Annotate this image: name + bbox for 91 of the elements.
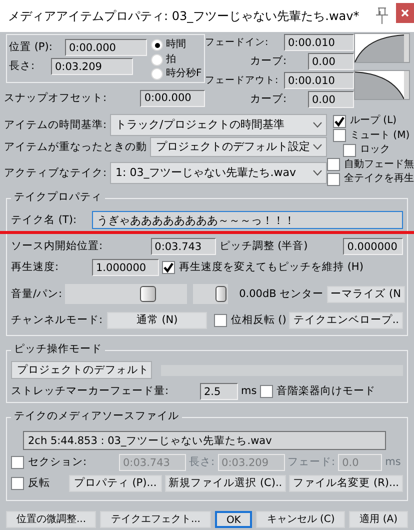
field-label: フェードイン: [205, 36, 270, 48]
field-label: カーブ: [250, 55, 288, 68]
unit-label: ms [241, 385, 257, 398]
dropdown[interactable]: プロジェクトのデフォルト設定 [150, 137, 327, 157]
caret-icon [313, 144, 322, 150]
field-label: 音量/パン: [11, 288, 62, 300]
window-title: メディアアイテムプロパティ: 03_フツーじゃない先輩たち.wav* [8, 8, 360, 24]
checkbox[interactable] [214, 314, 227, 327]
field-label: テイク名 (T): [11, 214, 78, 226]
checkbox[interactable] [11, 477, 24, 490]
field-label: 再生速度: [11, 261, 60, 274]
channel-mode-button[interactable]: 通常 (N) [107, 312, 207, 329]
radio-button[interactable] [151, 39, 163, 52]
input-field[interactable]: 0:00.010 [284, 34, 354, 51]
checkbox-label[interactable]: ミュート (M) [350, 130, 410, 142]
checkbox[interactable] [343, 144, 356, 157]
button[interactable]: プロパティ (P)... [69, 475, 162, 492]
button[interactable]: ファイル名変更 (R)... [289, 475, 403, 492]
pan-slider[interactable] [193, 284, 228, 304]
close-button[interactable] [396, 3, 414, 23]
caret-icon [313, 170, 322, 176]
field-label: アクティブなテイク: [4, 166, 107, 180]
checkbox-label[interactable]: 音階楽器向けモード [276, 385, 376, 398]
checkbox[interactable] [162, 261, 175, 274]
button[interactable]: 適用 (A) [349, 511, 408, 528]
checkbox[interactable] [333, 129, 346, 142]
field-label: フェード: [288, 456, 336, 469]
input-field[interactable]: 0:03.743 [150, 238, 216, 255]
input-field[interactable]: 2ch 5:44.853 : 03_フツーじゃない先輩たち.wav [23, 431, 386, 450]
field-label: 位置 (P): [9, 41, 54, 54]
normalize-button[interactable]: ーマライズ (N [326, 286, 405, 302]
close-icon [401, 9, 409, 17]
input-field[interactable]: 0:00.000 [140, 90, 205, 106]
checkbox-label[interactable]: 位相反転 () [230, 314, 286, 327]
checkbox-label[interactable]: 再生速度を変えてもピッチを維持 (H) [179, 261, 364, 274]
button[interactable]: テイクエフェクト... [100, 511, 211, 528]
field-label: アイテムが重なったときの動 [4, 140, 147, 154]
field-label: ストレッチマーカーフェード量: [11, 385, 170, 398]
checkbox-label[interactable]: 自動フェード無 [344, 158, 414, 171]
dropdown[interactable]: プロジェクトのデフォルト [11, 361, 152, 379]
pin-icon [374, 7, 390, 25]
take-envelope-button[interactable]: テイクエンベロープ.. [289, 312, 403, 329]
radio-label[interactable]: 時間 [166, 39, 186, 52]
caret-icon [313, 122, 322, 128]
checkbox-label[interactable]: 全テイクを再生 [344, 173, 414, 186]
field-label: 長さ: [9, 60, 36, 73]
field-label: ピッチ調整 (半音) [219, 240, 309, 253]
fade-curve-drawing [354, 70, 410, 100]
field-label: カーブ: [250, 93, 288, 106]
checkbox-label[interactable]: ロック [360, 144, 390, 156]
field-label: 長さ: [189, 456, 215, 469]
group-title: テイクプロパティ [11, 191, 105, 204]
checkbox[interactable] [260, 385, 273, 398]
button[interactable]: 位置の微調整... [6, 511, 96, 528]
volume-pan-readout: 0.00dB センター [239, 288, 324, 300]
checkbox-label[interactable]: ループ (L) [350, 115, 397, 128]
slider-thumb[interactable] [216, 286, 227, 302]
input-field[interactable]: 0.00 [308, 91, 354, 108]
checkbox[interactable] [333, 114, 346, 128]
button[interactable]: OK [214, 511, 252, 528]
button[interactable]: 新規ファイル選択 (C).. [164, 475, 286, 492]
group-title: ピッチ操作モード [11, 343, 105, 356]
unit-label: ms [385, 456, 401, 469]
input-field[interactable]: 2.5 [200, 383, 238, 400]
checkbox[interactable] [327, 158, 340, 172]
field-label: フェードアウト: [205, 74, 280, 86]
field-label: チャンネルモード: [11, 314, 104, 327]
radio-button[interactable] [151, 68, 163, 80]
input-field[interactable]: 1.000000 [92, 259, 159, 276]
group-title: テイクのメディアソースファイル [11, 410, 182, 423]
volume-slider[interactable] [65, 284, 188, 304]
radio-label[interactable]: 時分秒F [166, 68, 202, 80]
field-label: アイテムの時間基準: [4, 118, 107, 132]
radio-label[interactable]: 拍 [166, 54, 176, 66]
field-label: ソース内開始位置: [11, 240, 104, 253]
checkbox[interactable] [11, 456, 24, 469]
slider-thumb[interactable] [140, 286, 156, 302]
checkbox[interactable] [327, 172, 340, 186]
input-field[interactable]: 0:00.000 [65, 39, 147, 56]
button[interactable]: キャンセル (C) [256, 511, 346, 528]
input-field[interactable]: うぎゃああああああああ～～～っ！！！ [92, 211, 403, 229]
input-field[interactable]: 0.000000 [343, 238, 404, 255]
input-field[interactable]: 0.00 [308, 53, 354, 70]
field-label: スナップオフセット: [4, 92, 108, 104]
checkbox-label[interactable]: セクション: [28, 456, 87, 469]
dropdown[interactable]: 1: 03_フツーじゃない先輩たち.wav [110, 162, 327, 184]
input-field[interactable]: 0:03.209 [51, 58, 133, 75]
input-field[interactable]: 0:00.010 [284, 72, 354, 89]
checkbox-label[interactable]: 反転 [28, 477, 50, 490]
dropdown[interactable]: トラック/プロジェクトの時間基準 [110, 114, 327, 136]
radio-button[interactable] [151, 54, 163, 66]
